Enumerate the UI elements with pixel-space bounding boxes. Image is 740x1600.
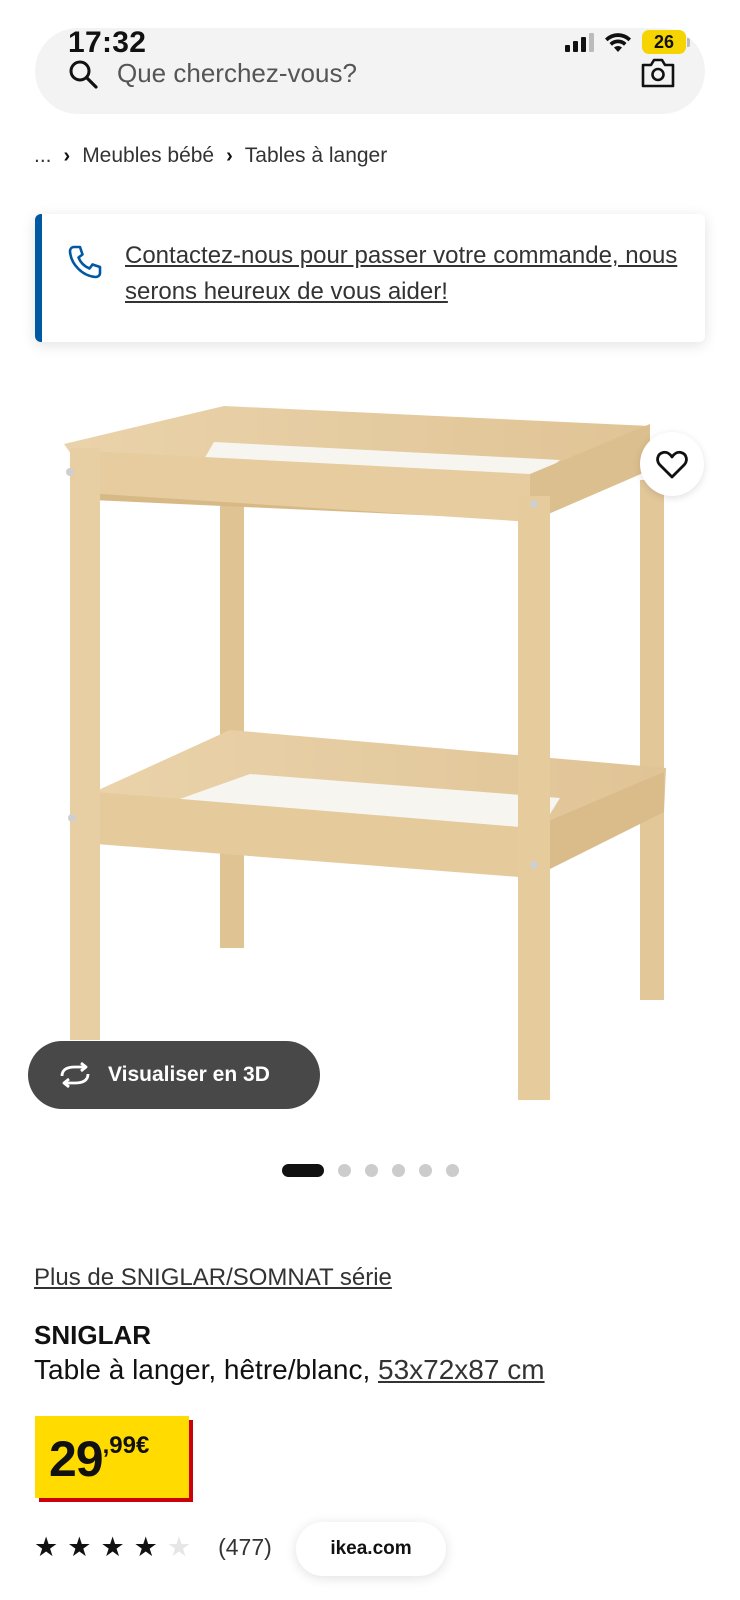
product-dimensions-link[interactable]: 53x72x87 cm xyxy=(378,1354,545,1385)
breadcrumb-item-changing-tables[interactable]: Tables à langer xyxy=(245,144,387,168)
heart-icon xyxy=(656,450,688,479)
favorite-button[interactable] xyxy=(640,432,704,496)
price-integer: 29 xyxy=(49,1431,104,1487)
breadcrumb-ellipsis[interactable]: ... xyxy=(34,144,52,168)
accent-bar xyxy=(35,214,42,342)
image-pagination xyxy=(0,1164,740,1177)
wifi-icon xyxy=(605,33,631,52)
pagination-dot[interactable] xyxy=(337,1164,351,1177)
contact-banner[interactable]: Contactez-nous pour passer votre command… xyxy=(35,214,705,342)
browser-url-pill[interactable]: ikea.com xyxy=(296,1522,446,1576)
contact-link[interactable]: Contactez-nous pour passer votre command… xyxy=(125,238,680,310)
search-input[interactable]: Que cherchez-vous? xyxy=(117,58,357,89)
pagination-dot[interactable] xyxy=(391,1164,405,1177)
pagination-dot[interactable] xyxy=(364,1164,378,1177)
star-icon: ★ xyxy=(67,1532,92,1562)
breadcrumb: ... › Meubles bébé › Tables à langer xyxy=(34,144,387,168)
pagination-dot[interactable] xyxy=(445,1164,459,1177)
rotate-3d-icon xyxy=(60,1062,90,1088)
series-link[interactable]: Plus de SNIGLAR/SOMNAT série xyxy=(34,1264,392,1292)
star-icon: ★ xyxy=(34,1532,59,1562)
price-decimal: ,99€ xyxy=(102,1432,150,1459)
pagination-dot[interactable] xyxy=(418,1164,432,1177)
battery-icon: 26 xyxy=(642,30,690,54)
signal-icon xyxy=(565,32,594,52)
visualize-3d-button[interactable]: Visualiser en 3D xyxy=(28,1041,320,1109)
breadcrumb-item-baby-furniture[interactable]: Meubles bébé xyxy=(82,144,214,168)
rating[interactable]: ★ ★ ★ ★ ★ (477) xyxy=(34,1534,272,1561)
chevron-right-icon: › xyxy=(226,144,233,167)
review-count[interactable]: (477) xyxy=(218,1534,272,1561)
chevron-right-icon: › xyxy=(63,144,71,167)
product-description: Table à langer, hêtre/blanc, 53x72x87 cm xyxy=(34,1354,545,1386)
status-icons: 26 xyxy=(565,30,690,54)
visualize-3d-label: Visualiser en 3D xyxy=(108,1063,270,1086)
phone-icon xyxy=(68,245,102,279)
star-icon: ★ xyxy=(133,1532,158,1562)
pagination-dot-active[interactable] xyxy=(281,1164,324,1177)
status-bar: 17:32 26 xyxy=(0,22,740,62)
status-time: 17:32 xyxy=(68,26,147,59)
product-image[interactable] xyxy=(0,380,740,1140)
star-icon: ★ xyxy=(100,1532,125,1562)
product-name: SNIGLAR xyxy=(34,1320,151,1350)
battery-level: 26 xyxy=(642,30,686,54)
price-tag: 29,99€ xyxy=(35,1416,189,1498)
product-description-text: Table à langer, hêtre/blanc, xyxy=(34,1354,371,1385)
search-icon xyxy=(69,60,98,89)
star-empty-icon: ★ xyxy=(166,1532,192,1562)
